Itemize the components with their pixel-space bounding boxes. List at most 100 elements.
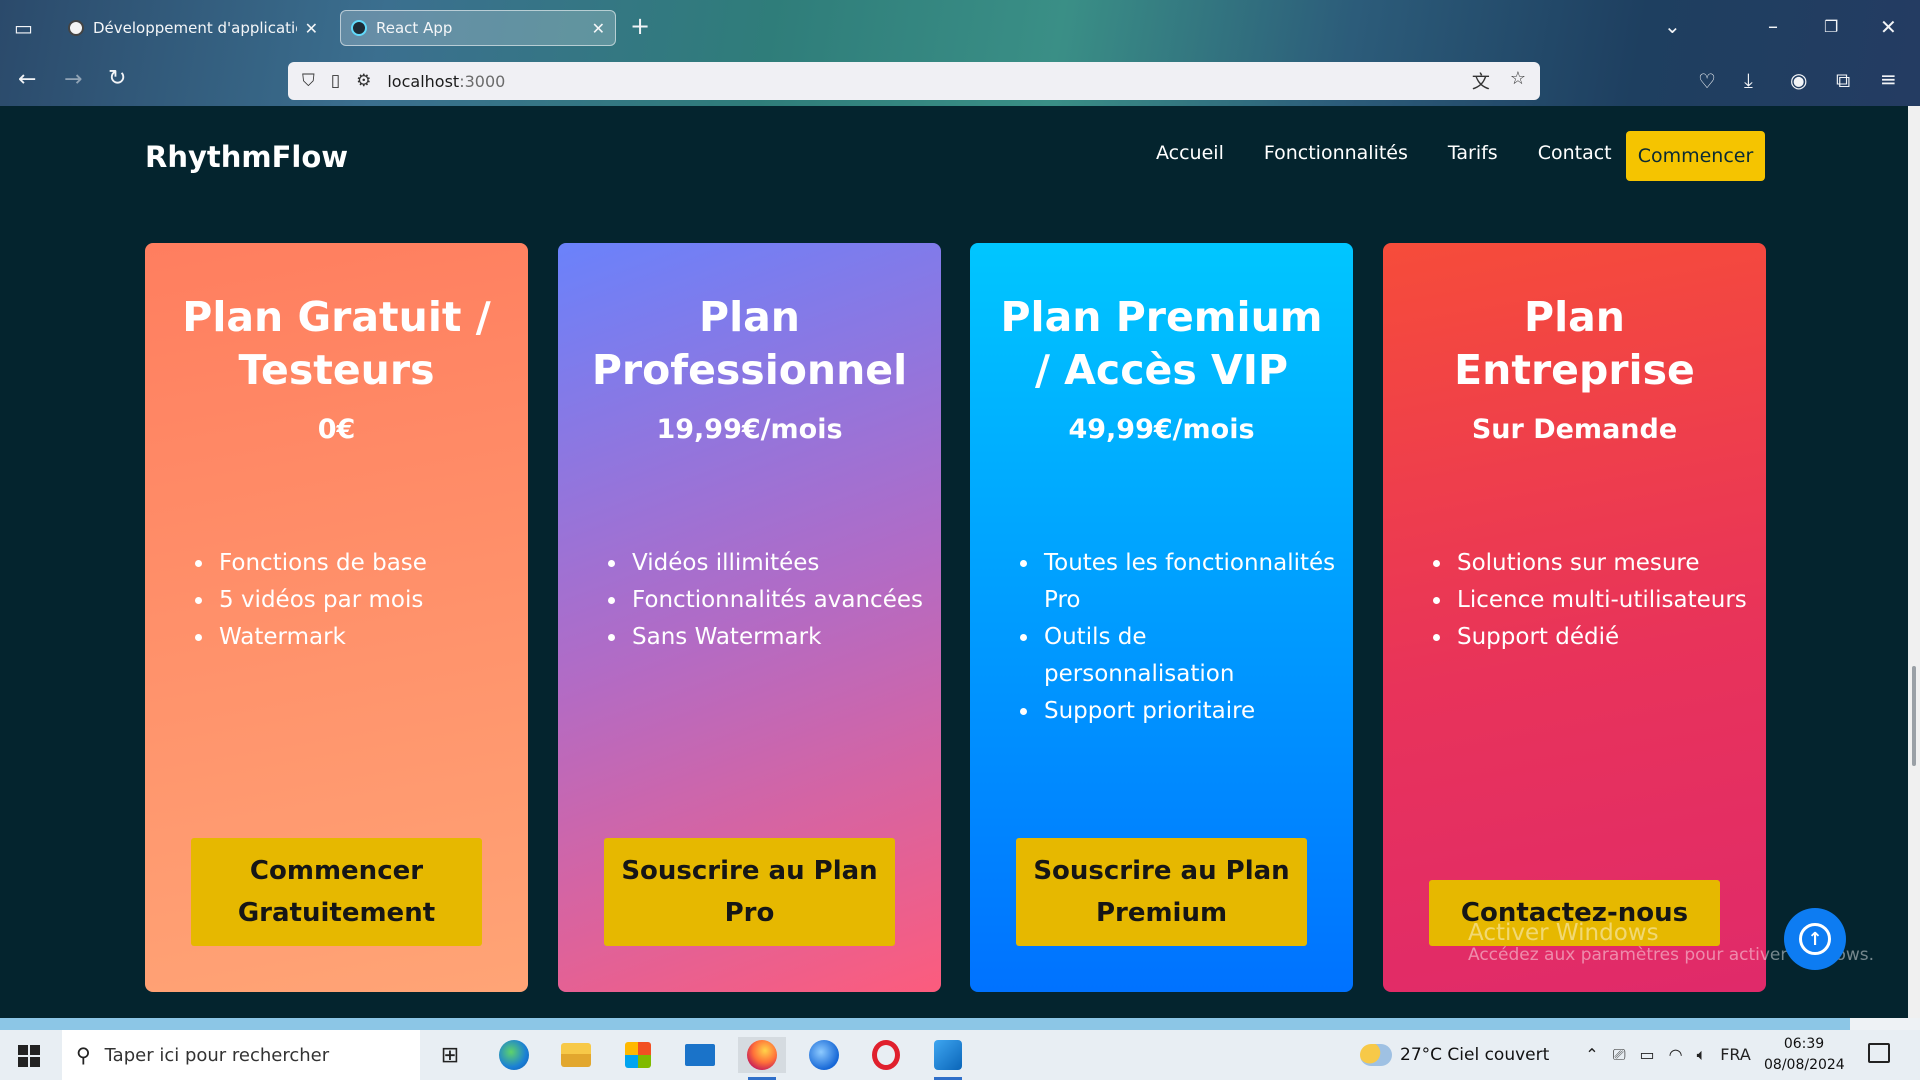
weather-text[interactable]: 27°C Ciel couvert: [1400, 1045, 1549, 1065]
menu-icon[interactable]: ≡: [1880, 69, 1897, 89]
account-icon[interactable]: ◉: [1790, 70, 1807, 90]
nav-accueil[interactable]: Accueil: [1156, 142, 1224, 164]
search-icon: ⚲: [76, 1043, 91, 1067]
address-bar[interactable]: ⛉ ▯ ⚙ localhost:3000 文 ☆: [288, 62, 1540, 100]
volume-icon[interactable]: 🔈︎: [1697, 1045, 1707, 1065]
opera-icon[interactable]: [862, 1037, 910, 1073]
tab-label: React App: [376, 19, 453, 37]
feature-item: Fonctionnalités avancées: [628, 582, 928, 619]
nav-fonctionnalites[interactable]: Fonctionnalités: [1264, 142, 1408, 164]
site-header: RhythmFlow Accueil Fonctionnalités Tarif…: [0, 106, 1908, 206]
feature-item: Licence multi-utilisateurs: [1453, 582, 1753, 619]
reload-icon[interactable]: ↻: [108, 68, 126, 90]
plan-price: 19,99€/mois: [656, 414, 843, 445]
mail-icon[interactable]: [676, 1037, 724, 1073]
shield-icon[interactable]: ⛉: [302, 71, 315, 91]
search-placeholder: Taper ici pour rechercher: [104, 1044, 330, 1066]
close-window-icon[interactable]: ✕: [1880, 17, 1897, 37]
brand-logo[interactable]: RhythmFlow: [145, 140, 348, 174]
pocket-icon[interactable]: ♡: [1698, 71, 1716, 91]
file-explorer-icon[interactable]: [552, 1037, 600, 1073]
page-scrollbar[interactable]: [1908, 106, 1920, 1018]
horizontal-scroll-strip: [0, 1018, 1920, 1030]
tab-bar: ▭ Développement d'application ✕ React Ap…: [0, 0, 1920, 56]
nav-tarifs[interactable]: Tarifs: [1448, 142, 1498, 164]
scroll-to-top-button[interactable]: ↑: [1784, 908, 1846, 970]
plan-title: Plan Entreprise: [1454, 293, 1695, 394]
url-port: :3000: [459, 71, 506, 91]
plan-card-entreprise: Plan Entreprise Sur Demande Solutions su…: [1383, 243, 1766, 992]
plus-icon[interactable]: +: [630, 14, 650, 38]
wifi-icon[interactable]: ◠: [1669, 1045, 1683, 1065]
thunderbird-icon[interactable]: [800, 1037, 848, 1073]
chatgpt-favicon-icon: [68, 20, 84, 36]
feature-item: Support dédié: [1453, 619, 1753, 656]
souscrire-pro-button[interactable]: Souscrire au Plan Pro: [604, 838, 895, 946]
permissions-icon[interactable]: ⚙: [356, 71, 371, 91]
windows-start-icon[interactable]: [18, 1045, 40, 1067]
plan-features: Solutions sur mesure Licence multi-utili…: [1433, 545, 1753, 656]
souscrire-premium-button[interactable]: Souscrire au Plan Premium: [1016, 838, 1307, 946]
firefox-icon[interactable]: [738, 1037, 786, 1080]
feature-item: Vidéos illimitées: [628, 545, 928, 582]
device-icon[interactable]: ⎚: [1613, 1045, 1626, 1065]
battery-icon[interactable]: ▭: [1640, 1045, 1655, 1065]
plan-card-professionnel: Plan Professionnel 19,99€/mois Vidéos il…: [558, 243, 941, 992]
nav-contact[interactable]: Contact: [1538, 142, 1612, 164]
windows-taskbar: ⚲ Taper ici pour rechercher ⊞ 27°C Ciel …: [0, 1030, 1920, 1080]
tray-icons: ⌃ ⎚ ▭ ◠ 🔈︎ FRA: [1585, 1045, 1751, 1065]
plan-price: 0€: [317, 414, 356, 445]
commencer-gratuitement-button[interactable]: Commencer Gratuitement: [191, 838, 482, 946]
weather-icon[interactable]: [1360, 1044, 1392, 1066]
url-host: localhost: [387, 71, 460, 91]
plan-price: Sur Demande: [1471, 414, 1678, 445]
plan-title: Plan Gratuit / Testeurs: [182, 293, 491, 394]
commencer-button[interactable]: Commencer: [1626, 131, 1765, 181]
forward-icon[interactable]: →: [64, 69, 82, 91]
plan-features: Toutes les fonctionnalités Pro Outils de…: [1020, 545, 1340, 730]
browser-chrome: ▭ Développement d'application ✕ React Ap…: [0, 0, 1920, 106]
restore-icon[interactable]: ❐: [1824, 17, 1838, 37]
feature-item: 5 vidéos par mois: [215, 582, 515, 619]
scrollbar-thumb[interactable]: [1912, 666, 1916, 766]
notification-center-icon[interactable]: [1868, 1043, 1890, 1063]
plan-features: Fonctions de base 5 vidéos par mois Wate…: [195, 545, 515, 656]
feature-item: Toutes les fonctionnalités Pro: [1040, 545, 1340, 619]
taskbar-search[interactable]: ⚲ Taper ici pour rechercher: [62, 1030, 420, 1080]
clock-date: 08/08/2024: [1764, 1057, 1845, 1073]
close-tab-icon[interactable]: ✕: [305, 19, 318, 38]
clock-time: 06:39: [1783, 1036, 1825, 1052]
tab-overview-icon[interactable]: ▭: [14, 18, 33, 38]
feature-item: Fonctions de base: [215, 545, 515, 582]
feature-item: Watermark: [215, 619, 515, 656]
strip-end: [1850, 1018, 1920, 1030]
main-nav: Accueil Fonctionnalités Tarifs Contact: [1156, 142, 1612, 164]
vscode-icon[interactable]: [924, 1037, 972, 1080]
navigation-toolbar: ← → ↻ ⛉ ▯ ⚙ localhost:3000 文 ☆ ♡ ⤓ ◉ ⧉ ≡: [0, 56, 1920, 106]
minimize-icon[interactable]: –: [1768, 16, 1778, 36]
system-tray: 27°C Ciel couvert ⌃ ⎚ ▭ ◠ 🔈︎ FRA: [1360, 1030, 1751, 1080]
page-content: RhythmFlow Accueil Fonctionnalités Tarif…: [0, 106, 1908, 1018]
feature-item: Solutions sur mesure: [1453, 545, 1753, 582]
tab-react-app[interactable]: React App ✕: [340, 10, 616, 46]
feature-item: Sans Watermark: [628, 619, 928, 656]
taskbar-clock[interactable]: 06:39 08/08/2024: [1764, 1034, 1845, 1076]
plan-title: Plan Professionnel: [591, 293, 908, 394]
download-icon[interactable]: ⤓: [1744, 70, 1753, 90]
tab-developpement[interactable]: Développement d'application ✕: [58, 10, 328, 46]
language-indicator[interactable]: FRA: [1720, 1045, 1751, 1065]
plan-features: Vidéos illimitées Fonctionnalités avancé…: [608, 545, 928, 656]
arrow-up-icon: ↑: [1799, 923, 1831, 955]
edge-icon[interactable]: [490, 1037, 538, 1073]
task-view-icon[interactable]: ⊞: [426, 1037, 474, 1073]
plan-card-premium: Plan Premium / Accès VIP 49,99€/mois Tou…: [970, 243, 1353, 992]
extensions-icon[interactable]: ⧉: [1836, 70, 1850, 90]
back-icon[interactable]: ←: [18, 69, 36, 91]
tab-list-chevron-icon[interactable]: ⌄: [1664, 16, 1681, 36]
translate-icon[interactable]: 文: [1472, 68, 1490, 94]
close-tab-icon[interactable]: ✕: [592, 19, 605, 38]
microsoft-store-icon[interactable]: [614, 1037, 662, 1073]
chevron-up-icon[interactable]: ⌃: [1585, 1045, 1598, 1065]
feature-item: Outils de personnalisation: [1040, 619, 1340, 693]
bookmark-star-icon[interactable]: ☆: [1510, 68, 1526, 94]
